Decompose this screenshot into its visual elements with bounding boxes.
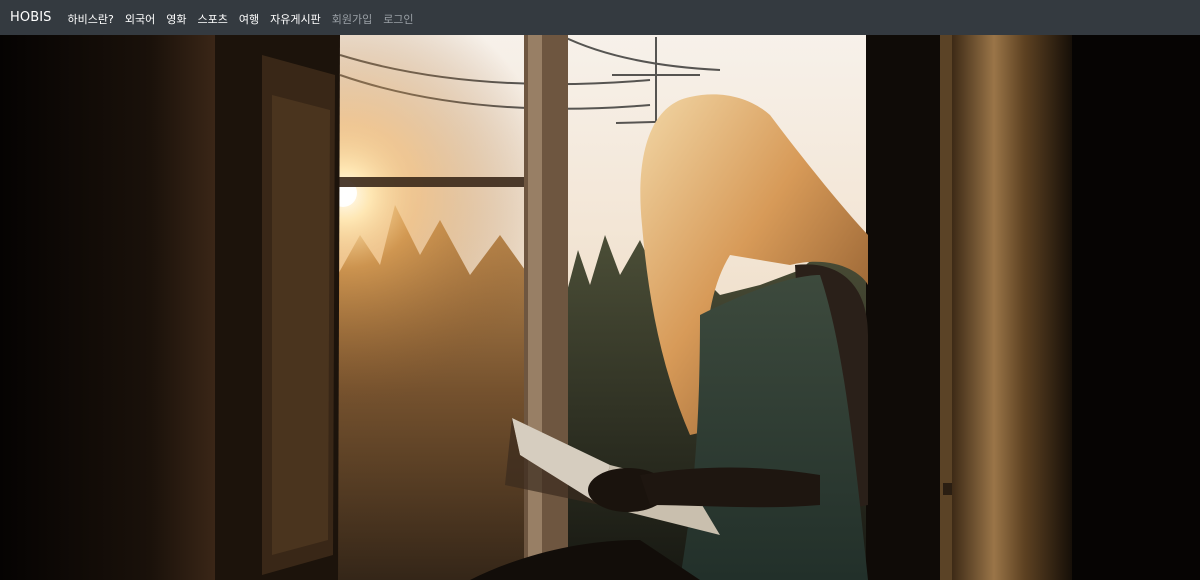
nav-item-sports[interactable]: 스포츠 <box>197 13 227 26</box>
nav-item-travel[interactable]: 여행 <box>239 13 259 26</box>
page-bottom-strip <box>0 580 1200 584</box>
nav-item-signup[interactable]: 회원가입 <box>332 13 372 26</box>
hero-banner <box>0 35 1200 580</box>
nav-menu: 하비스란? 외국어 영화 스포츠 여행 자유게시판 회원가입 로그인 <box>68 8 425 27</box>
hero-image <box>0 35 1200 580</box>
top-navbar: HOBIS 하비스란? 외국어 영화 스포츠 여행 자유게시판 회원가입 로그인 <box>0 0 1200 35</box>
nav-item-movie[interactable]: 영화 <box>166 13 186 26</box>
nav-item-language[interactable]: 외국어 <box>125 13 155 26</box>
nav-item-login[interactable]: 로그인 <box>383 13 413 26</box>
brand-logo-link[interactable]: HOBIS <box>10 10 52 25</box>
nav-item-about[interactable]: 하비스란? <box>68 13 114 26</box>
nav-item-free-board[interactable]: 자유게시판 <box>270 13 321 26</box>
